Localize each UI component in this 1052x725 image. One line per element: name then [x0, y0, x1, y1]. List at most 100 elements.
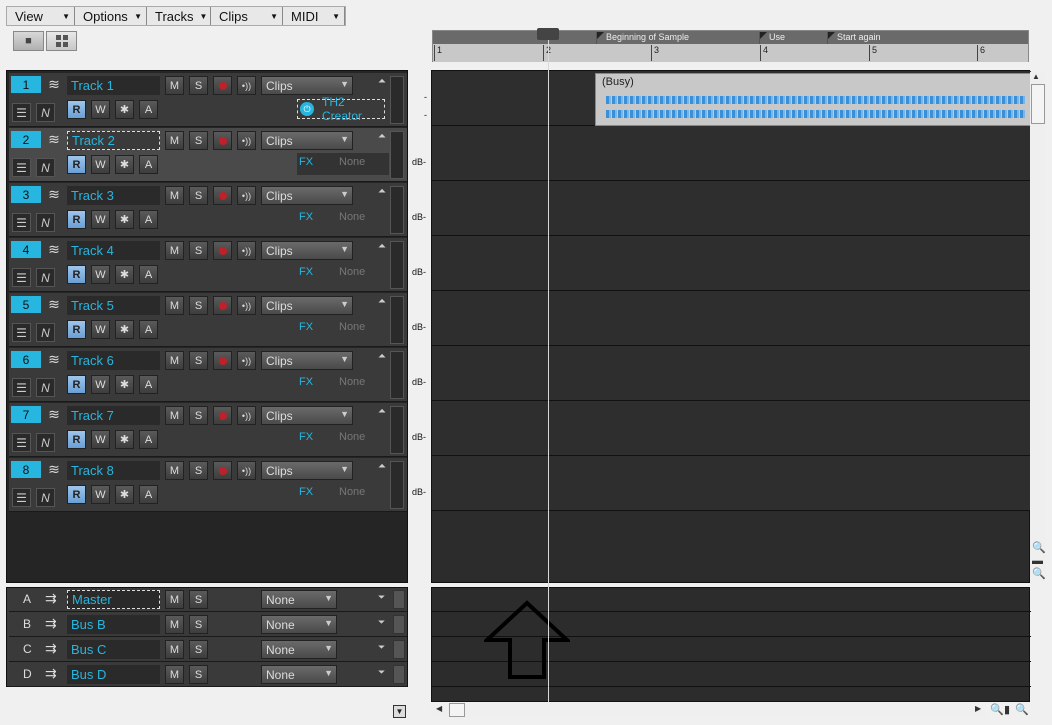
archive-button[interactable]: A	[139, 100, 158, 119]
track-row[interactable]: 2 ≋ Track 2 M S •)) Clips ▼ ⏶ ☰ N R W ✱ A…	[9, 128, 407, 182]
freeze-button[interactable]: ✱	[115, 320, 134, 339]
scrollbar-thumb[interactable]	[1031, 84, 1045, 124]
solo-button[interactable]: S	[189, 131, 208, 150]
track-view-dropdown[interactable]: Clips ▼	[261, 131, 353, 150]
track-number[interactable]: 5	[11, 296, 41, 313]
track-row[interactable]: 7 ≋ Track 7 M S •)) Clips ▼ ⏶ ☰ N R W ✱ A…	[9, 403, 407, 457]
timeline-ruler[interactable]: Beginning of Sample Use Start again 1 2 …	[432, 30, 1029, 62]
freeze-button[interactable]: ✱	[115, 265, 134, 284]
monitor-button[interactable]: •))	[237, 76, 256, 95]
automation-icon[interactable]: N	[36, 323, 55, 342]
solo-button[interactable]: S	[189, 406, 208, 425]
read-automation-button[interactable]: R	[67, 375, 86, 394]
clip-lane[interactable]	[432, 291, 1031, 346]
bus-row[interactable]: C ⇉ Bus C M S None ▼ ⏷	[9, 638, 407, 662]
playhead-handle[interactable]	[537, 28, 559, 40]
solo-button[interactable]: S	[189, 615, 208, 634]
edit-icon[interactable]: ☰	[12, 323, 31, 342]
single-view-button[interactable]: ■	[13, 31, 44, 51]
archive-button[interactable]: A	[139, 430, 158, 449]
solo-button[interactable]: S	[189, 186, 208, 205]
collapse-icon[interactable]: ⏶	[378, 131, 386, 142]
power-icon[interactable]: ⏻	[300, 102, 314, 116]
record-arm-button[interactable]	[213, 406, 232, 425]
track-view-dropdown[interactable]: Clips ▼	[261, 406, 353, 425]
bus-output-dropdown[interactable]: None ▼	[261, 615, 337, 634]
zoom-out-icon[interactable]: 🔍	[990, 703, 1004, 716]
edit-icon[interactable]: ☰	[12, 268, 31, 287]
archive-button[interactable]: A	[139, 265, 158, 284]
write-automation-button[interactable]: W	[91, 430, 110, 449]
freeze-button[interactable]: ✱	[115, 100, 134, 119]
bus-output-dropdown[interactable]: None ▼	[261, 590, 337, 609]
automation-icon[interactable]: N	[36, 268, 55, 287]
write-automation-button[interactable]: W	[91, 265, 110, 284]
track-number[interactable]: 2	[11, 131, 41, 148]
read-automation-button[interactable]: R	[67, 265, 86, 284]
clip-lane[interactable]	[432, 456, 1031, 511]
clip-lane[interactable]: (Busy)	[432, 71, 1031, 126]
mute-button[interactable]: M	[165, 665, 184, 684]
edit-icon[interactable]: ☰	[12, 213, 31, 232]
track-number[interactable]: 8	[11, 461, 41, 478]
mute-button[interactable]: M	[165, 241, 184, 260]
track-view-dropdown[interactable]: Clips ▼	[261, 351, 353, 370]
expand-icon[interactable]: ⏷	[378, 617, 385, 628]
clip-lane[interactable]	[432, 401, 1031, 456]
menu-midi[interactable]: MIDI ▼	[283, 7, 345, 25]
track-view-dropdown[interactable]: Clips ▼	[261, 296, 353, 315]
scroll-right-icon[interactable]: ▶	[975, 704, 981, 713]
clip-lane[interactable]	[432, 126, 1031, 181]
mute-button[interactable]: M	[165, 590, 184, 609]
track-view-dropdown[interactable]: Clips ▼	[261, 461, 353, 480]
menu-tracks[interactable]: Tracks ▼	[147, 7, 211, 25]
solo-button[interactable]: S	[189, 590, 208, 609]
track-number[interactable]: 3	[11, 186, 41, 203]
solo-button[interactable]: S	[189, 665, 208, 684]
automation-icon[interactable]: N	[36, 158, 55, 177]
solo-button[interactable]: S	[189, 296, 208, 315]
edit-icon[interactable]: ☰	[12, 488, 31, 507]
record-arm-button[interactable]	[213, 351, 232, 370]
write-automation-button[interactable]: W	[91, 320, 110, 339]
write-automation-button[interactable]: W	[91, 375, 110, 394]
track-name[interactable]: Track 5	[67, 296, 160, 315]
mute-button[interactable]: M	[165, 76, 184, 95]
track-name[interactable]: Track 2	[67, 131, 160, 150]
archive-button[interactable]: A	[139, 210, 158, 229]
track-name[interactable]: Track 8	[67, 461, 160, 480]
freeze-button[interactable]: ✱	[115, 375, 134, 394]
collapse-icon[interactable]: ⏶	[378, 186, 386, 197]
write-automation-button[interactable]: W	[91, 100, 110, 119]
collapse-icon[interactable]: ⏶	[378, 406, 386, 417]
monitor-button[interactable]: •))	[237, 461, 256, 480]
automation-icon[interactable]: N	[36, 103, 55, 122]
solo-button[interactable]: S	[189, 461, 208, 480]
bus-name[interactable]: Bus C	[67, 640, 160, 659]
track-row[interactable]: 1 ≋ Track 1 M S •)) Clips ▼ ⏶ ☰ N R W ✱ A…	[9, 73, 407, 127]
track-row[interactable]: 5 ≋ Track 5 M S •)) Clips ▼ ⏶ ☰ N R W ✱ A…	[9, 293, 407, 347]
zoom-in-icon[interactable]: 🔍	[1032, 567, 1046, 580]
bus-row[interactable]: D ⇉ Bus D M S None ▼ ⏷	[9, 663, 407, 687]
grid-view-button[interactable]	[46, 31, 77, 51]
fx-plugin-slot[interactable]: ⏻ TH2 Creator	[297, 95, 385, 123]
mute-button[interactable]: M	[165, 296, 184, 315]
record-arm-button[interactable]	[213, 241, 232, 260]
mute-button[interactable]: M	[165, 461, 184, 480]
write-automation-button[interactable]: W	[91, 155, 110, 174]
freeze-button[interactable]: ✱	[115, 155, 134, 174]
read-automation-button[interactable]: R	[67, 485, 86, 504]
read-automation-button[interactable]: R	[67, 100, 86, 119]
mute-button[interactable]: M	[165, 640, 184, 659]
archive-button[interactable]: A	[139, 320, 158, 339]
zoom-fit-icon[interactable]: ▬	[1032, 555, 1043, 567]
record-arm-button[interactable]	[213, 76, 232, 95]
collapse-icon[interactable]: ⏶	[378, 461, 386, 472]
automation-icon[interactable]: N	[36, 433, 55, 452]
expand-icon[interactable]: ⏷	[378, 667, 385, 678]
archive-button[interactable]: A	[139, 485, 158, 504]
collapse-icon[interactable]: ⏶	[378, 241, 386, 252]
marker[interactable]: Use	[759, 32, 785, 62]
bus-output-dropdown[interactable]: None ▼	[261, 665, 337, 684]
marker-strip[interactable]: Beginning of Sample Use Start again	[433, 31, 1028, 62]
